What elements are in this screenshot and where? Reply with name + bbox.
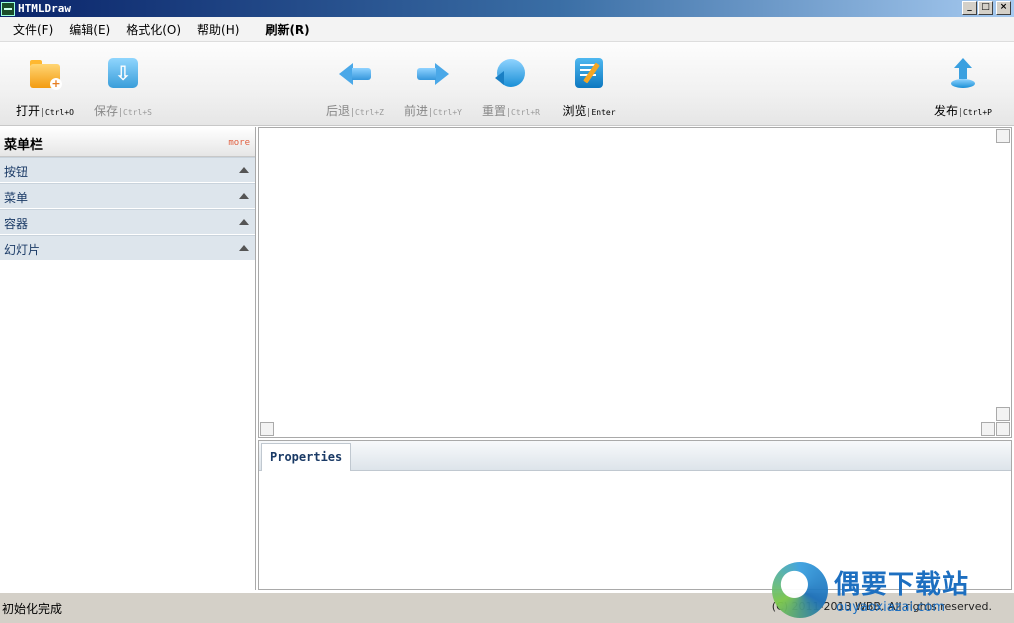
window-controls: _ □ × xyxy=(962,1,1011,15)
forward-button[interactable]: 前进 Ctrl+Y xyxy=(388,56,478,122)
title-bar: HTMLDraw _ □ × xyxy=(0,0,1014,17)
back-shortcut: Ctrl+Z xyxy=(352,108,384,117)
menu-help[interactable]: 帮助(H) xyxy=(189,21,247,38)
publish-icon xyxy=(946,56,980,90)
menu-refresh[interactable]: 刷新(R) xyxy=(257,21,317,38)
open-button[interactable]: + 打开 Ctrl+O xyxy=(0,56,90,122)
sidebar-title: 菜单栏 xyxy=(4,138,44,153)
browse-icon xyxy=(572,56,606,90)
toolbar: + 打开 Ctrl+O ⇩ 保存 Ctrl+S 后退 Ctrl+Z 前进 Ctrl+Y … xyxy=(0,42,1014,126)
save-button[interactable]: ⇩ 保存 Ctrl+S xyxy=(78,56,168,122)
forward-shortcut: Ctrl+Y xyxy=(430,108,462,117)
status-message: 初始化完成 xyxy=(2,602,63,616)
back-label: 后退 xyxy=(326,104,351,118)
arrow-left-icon xyxy=(338,56,372,90)
sidebar-header: 菜单栏 more xyxy=(0,127,255,157)
browse-label: 浏览 xyxy=(562,104,587,118)
menu-bar: 文件(F) 编辑(E) 格式化(O) 帮助(H) 刷新(R) xyxy=(0,17,1014,42)
canvas-corner-grip[interactable] xyxy=(996,422,1010,436)
watermark-brand: 偶要下载站 xyxy=(834,570,970,600)
window-title: HTMLDraw xyxy=(18,2,71,15)
reset-icon xyxy=(494,56,528,90)
reset-shortcut: Ctrl+R xyxy=(508,108,540,117)
publish-button[interactable]: 发布 Ctrl+P xyxy=(918,56,1008,122)
chevron-up-icon[interactable] xyxy=(239,245,249,251)
sidebar-more-link[interactable]: more xyxy=(228,138,250,148)
sidebar-item-slides[interactable]: 幻灯片 xyxy=(0,235,255,261)
sidebar-item-label: 幻灯片 xyxy=(4,243,41,257)
menu-file[interactable]: 文件(F) xyxy=(5,21,61,38)
chevron-up-icon[interactable] xyxy=(239,219,249,225)
save-icon: ⇩ xyxy=(106,56,140,90)
watermark-logo-icon xyxy=(772,562,828,618)
save-shortcut: Ctrl+S xyxy=(120,108,152,117)
maximize-button[interactable]: □ xyxy=(978,1,993,15)
sidebar-item-containers[interactable]: 容器 xyxy=(0,209,255,235)
canvas-scroll-left-button[interactable] xyxy=(260,422,274,436)
menu-edit[interactable]: 编辑(E) xyxy=(61,21,118,38)
menu-format[interactable]: 格式化(O) xyxy=(118,21,189,38)
forward-label: 前进 xyxy=(404,104,429,118)
tab-properties[interactable]: Properties xyxy=(261,443,352,471)
reset-label: 重置 xyxy=(482,104,507,118)
properties-tab-bar: Properties xyxy=(259,441,1011,471)
chevron-up-icon[interactable] xyxy=(239,167,249,173)
minimize-button[interactable]: _ xyxy=(962,1,977,15)
sidebar-item-menus[interactable]: 菜单 xyxy=(0,183,255,209)
sidebar-item-label: 容器 xyxy=(4,217,29,231)
app-logo-icon xyxy=(1,1,15,16)
canvas-corner-button[interactable] xyxy=(996,129,1010,143)
design-canvas[interactable] xyxy=(258,127,1012,438)
canvas-resize-handle-vertical[interactable] xyxy=(996,407,1010,421)
back-button[interactable]: 后退 Ctrl+Z xyxy=(310,56,400,122)
canvas-resize-handle[interactable] xyxy=(981,422,995,436)
browse-shortcut: Enter xyxy=(588,108,616,117)
watermark-url: ouyaoxiazai.com xyxy=(836,600,945,615)
publish-shortcut: Ctrl+P xyxy=(960,108,992,117)
sidebar: 菜单栏 more 按钮 菜单 容器 幻灯片 xyxy=(0,127,256,590)
sidebar-item-label: 菜单 xyxy=(4,191,29,205)
browse-button[interactable]: 浏览 Enter xyxy=(544,56,634,122)
sidebar-item-label: 按钮 xyxy=(4,165,29,179)
save-label: 保存 xyxy=(94,104,119,118)
sidebar-item-buttons[interactable]: 按钮 xyxy=(0,157,255,183)
open-label: 打开 xyxy=(16,104,41,118)
chevron-up-icon[interactable] xyxy=(239,193,249,199)
watermark: 偶要下载站 ouyaoxiazai.com xyxy=(770,560,1014,623)
open-shortcut: Ctrl+O xyxy=(42,108,74,117)
open-folder-icon: + xyxy=(28,56,62,90)
close-button[interactable]: × xyxy=(996,1,1011,15)
publish-label: 发布 xyxy=(934,104,959,118)
arrow-right-icon xyxy=(416,56,450,90)
reset-button[interactable]: 重置 Ctrl+R xyxy=(466,56,556,122)
